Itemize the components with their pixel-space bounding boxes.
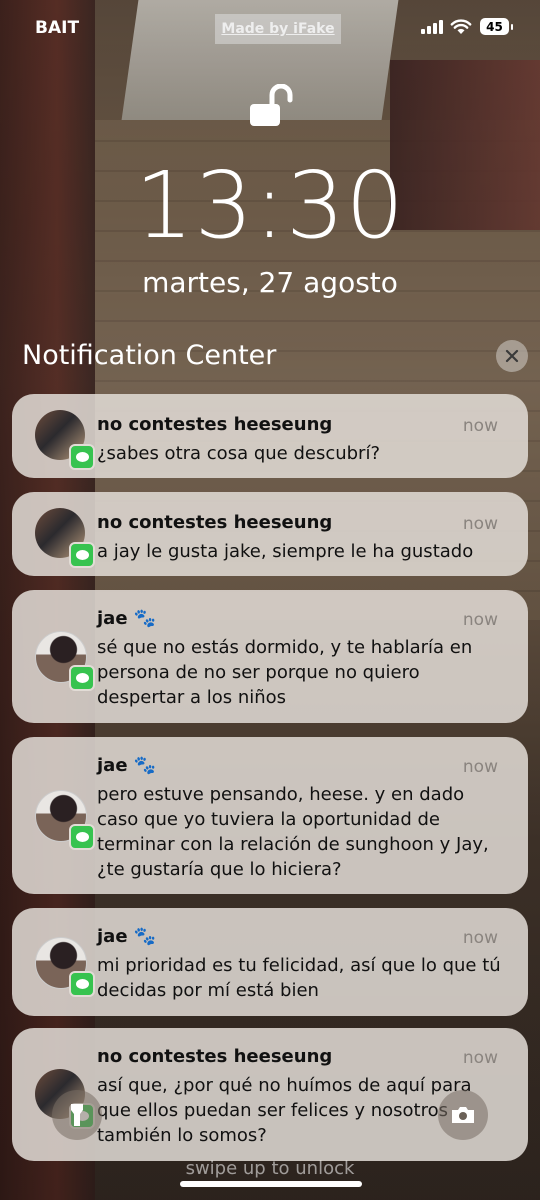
notification-sender: no contestes heeseung xyxy=(97,414,333,435)
unlocked-padlock-icon xyxy=(250,84,293,126)
notification-time: now xyxy=(462,928,498,948)
messages-app-icon xyxy=(69,971,95,997)
clear-notifications-button[interactable] xyxy=(496,340,528,372)
notification-center-title: Notification Center xyxy=(22,340,277,371)
notification-body: mi prioridad es tu felicidad, así que lo… xyxy=(97,955,501,1001)
notification-card[interactable]: jae 🐾 now mi prioridad es tu felicidad, … xyxy=(12,908,528,1016)
notification-body: a jay le gusta jake, siempre le ha gusta… xyxy=(97,541,474,562)
notification-time: now xyxy=(462,1048,498,1068)
close-icon xyxy=(505,349,519,363)
notification-sender: no contestes heeseung xyxy=(97,1046,333,1067)
lockscreen-date: martes, 27 agosto xyxy=(142,266,398,299)
battery-icon: 45 xyxy=(480,18,513,35)
notification-card[interactable]: jae 🐾 now sé que no estás dormido, y te … xyxy=(12,590,528,723)
notification-sender: jae 🐾 xyxy=(97,755,157,776)
notification-body: ¿sabes otra cosa que descubrí? xyxy=(97,443,381,464)
messages-app-icon xyxy=(69,665,95,691)
notification-time: now xyxy=(462,416,498,436)
home-indicator[interactable] xyxy=(180,1181,362,1187)
flashlight-button[interactable] xyxy=(52,1090,102,1140)
messages-app-icon xyxy=(69,444,95,470)
notification-sender: jae 🐾 xyxy=(97,608,157,629)
notification-card[interactable]: no contestes heeseung now ¿sabes otra co… xyxy=(12,394,528,478)
notification-card[interactable]: no contestes heeseung now a jay le gusta… xyxy=(12,492,528,576)
cellular-signal-icon xyxy=(421,20,443,34)
status-bar: BAIT Made by iFake 45 xyxy=(0,0,540,56)
notification-time: now xyxy=(462,514,498,534)
lockscreen-time: 13:30 xyxy=(134,152,406,259)
carrier-name: BAIT xyxy=(35,18,80,38)
notification-sender: jae 🐾 xyxy=(97,926,157,947)
camera-button[interactable] xyxy=(438,1090,488,1140)
camera-icon xyxy=(452,1107,474,1123)
watermark: Made by iFake xyxy=(215,14,341,44)
notification-card[interactable]: jae 🐾 now pero estuve pensando, heese. y… xyxy=(12,737,528,894)
messages-app-icon xyxy=(69,542,95,568)
notification-time: now xyxy=(462,610,498,630)
messages-app-icon xyxy=(69,824,95,850)
swipe-up-hint: swipe up to unlock xyxy=(185,1158,355,1179)
notification-body: sé que no estás dormido, y te hablaría e… xyxy=(97,637,473,708)
wifi-icon xyxy=(450,19,472,34)
notification-sender: no contestes heeseung xyxy=(97,512,333,533)
notification-time: now xyxy=(462,757,498,777)
notification-body: pero estuve pensando, heese. y en dado c… xyxy=(97,784,489,880)
flashlight-icon xyxy=(71,1104,83,1126)
